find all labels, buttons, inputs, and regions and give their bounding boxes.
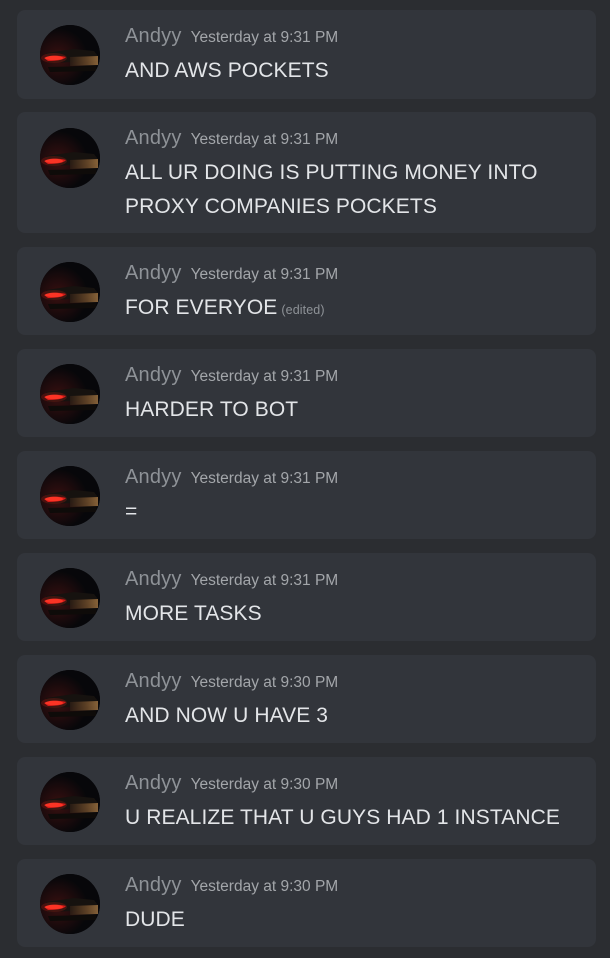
message-feed: Andyy Yesterday at 9:31 PM AND AWS POCKET…: [0, 0, 610, 958]
message-item[interactable]: Andyy Yesterday at 9:30 PM DUDE: [17, 859, 596, 947]
message-text: AND AWS POCKETS: [125, 54, 587, 88]
avatar[interactable]: [40, 262, 100, 322]
car-photo-icon: [40, 670, 100, 730]
car-photo-icon: [40, 364, 100, 424]
timestamp: Yesterday at 9:30 PM: [190, 674, 339, 691]
avatar[interactable]: [40, 466, 100, 526]
message-item[interactable]: Andyy Yesterday at 9:30 PM AND NOW U HAVE…: [17, 655, 596, 743]
avatar[interactable]: [40, 874, 100, 934]
message-header: Andyy Yesterday at 9:31 PM: [125, 25, 338, 48]
car-photo-icon: [40, 128, 100, 188]
message-content: U REALIZE THAT U GUYS HAD 1 INSTANCE: [125, 806, 560, 829]
message-item[interactable]: Andyy Yesterday at 9:31 PM HARDER TO BOT: [17, 349, 596, 437]
car-photo-icon: [40, 874, 100, 934]
message-content: AND NOW U HAVE 3: [125, 704, 329, 727]
message-header: Andyy Yesterday at 9:30 PM: [125, 670, 338, 693]
author-name[interactable]: Andyy: [125, 127, 182, 149]
message-header: Andyy Yesterday at 9:31 PM: [125, 262, 338, 285]
timestamp: Yesterday at 9:31 PM: [190, 572, 339, 589]
message-text: HARDER TO BOT: [125, 393, 587, 427]
message-content: ALL UR DOING IS PUTTING MONEY INTO PROXY…: [125, 161, 538, 218]
timestamp: Yesterday at 9:31 PM: [190, 29, 339, 46]
message-header: Andyy Yesterday at 9:31 PM: [125, 466, 338, 489]
message-content: FOR EVERYOE: [125, 296, 278, 319]
car-photo-icon: [40, 262, 100, 322]
message-header: Andyy Yesterday at 9:31 PM: [125, 127, 338, 150]
message-content: DUDE: [125, 908, 185, 931]
car-photo-icon: [40, 772, 100, 832]
message-content: AND AWS POCKETS: [125, 59, 329, 82]
message-item[interactable]: Andyy Yesterday at 9:30 PM U REALIZE THAT…: [17, 757, 596, 845]
car-photo-icon: [40, 466, 100, 526]
message-item[interactable]: Andyy Yesterday at 9:31 PM MORE TASKS: [17, 553, 596, 641]
author-name[interactable]: Andyy: [125, 874, 182, 896]
message-text: AND NOW U HAVE 3: [125, 699, 587, 733]
timestamp: Yesterday at 9:30 PM: [190, 776, 339, 793]
avatar[interactable]: [40, 772, 100, 832]
message-text: U REALIZE THAT U GUYS HAD 1 INSTANCE: [125, 801, 587, 835]
car-photo-icon: [40, 25, 100, 85]
message-item[interactable]: Andyy Yesterday at 9:31 PM FOR EVERYOE (ed…: [17, 247, 596, 335]
avatar[interactable]: [40, 364, 100, 424]
message-item[interactable]: Andyy Yesterday at 9:31 PM =: [17, 451, 596, 539]
message-content: MORE TASKS: [125, 602, 262, 625]
author-name[interactable]: Andyy: [125, 772, 182, 794]
message-item[interactable]: Andyy Yesterday at 9:31 PM AND AWS POCKET…: [17, 10, 596, 99]
message-header: Andyy Yesterday at 9:31 PM: [125, 568, 338, 591]
timestamp: Yesterday at 9:31 PM: [190, 266, 339, 283]
avatar[interactable]: [40, 128, 100, 188]
timestamp: Yesterday at 9:31 PM: [190, 131, 339, 148]
car-photo-icon: [40, 568, 100, 628]
message-text: FOR EVERYOE (edited): [125, 291, 587, 327]
message-item[interactable]: Andyy Yesterday at 9:31 PM ALL UR DOING I…: [17, 112, 596, 233]
message-text: DUDE: [125, 903, 587, 937]
message-content: HARDER TO BOT: [125, 398, 299, 421]
edited-label: (edited): [281, 303, 325, 317]
message-header: Andyy Yesterday at 9:30 PM: [125, 874, 338, 897]
timestamp: Yesterday at 9:31 PM: [190, 368, 339, 385]
message-header: Andyy Yesterday at 9:30 PM: [125, 772, 338, 795]
author-name[interactable]: Andyy: [125, 466, 182, 488]
avatar[interactable]: [40, 670, 100, 730]
author-name[interactable]: Andyy: [125, 568, 182, 590]
timestamp: Yesterday at 9:31 PM: [190, 470, 339, 487]
message-text: =: [125, 495, 587, 529]
avatar[interactable]: [40, 568, 100, 628]
avatar[interactable]: [40, 25, 100, 85]
author-name[interactable]: Andyy: [125, 25, 182, 47]
message-text: ALL UR DOING IS PUTTING MONEY INTO PROXY…: [125, 156, 587, 224]
author-name[interactable]: Andyy: [125, 670, 182, 692]
message-content: =: [125, 500, 138, 523]
author-name[interactable]: Andyy: [125, 262, 182, 284]
message-text: MORE TASKS: [125, 597, 587, 631]
timestamp: Yesterday at 9:30 PM: [190, 878, 339, 895]
message-header: Andyy Yesterday at 9:31 PM: [125, 364, 338, 387]
author-name[interactable]: Andyy: [125, 364, 182, 386]
